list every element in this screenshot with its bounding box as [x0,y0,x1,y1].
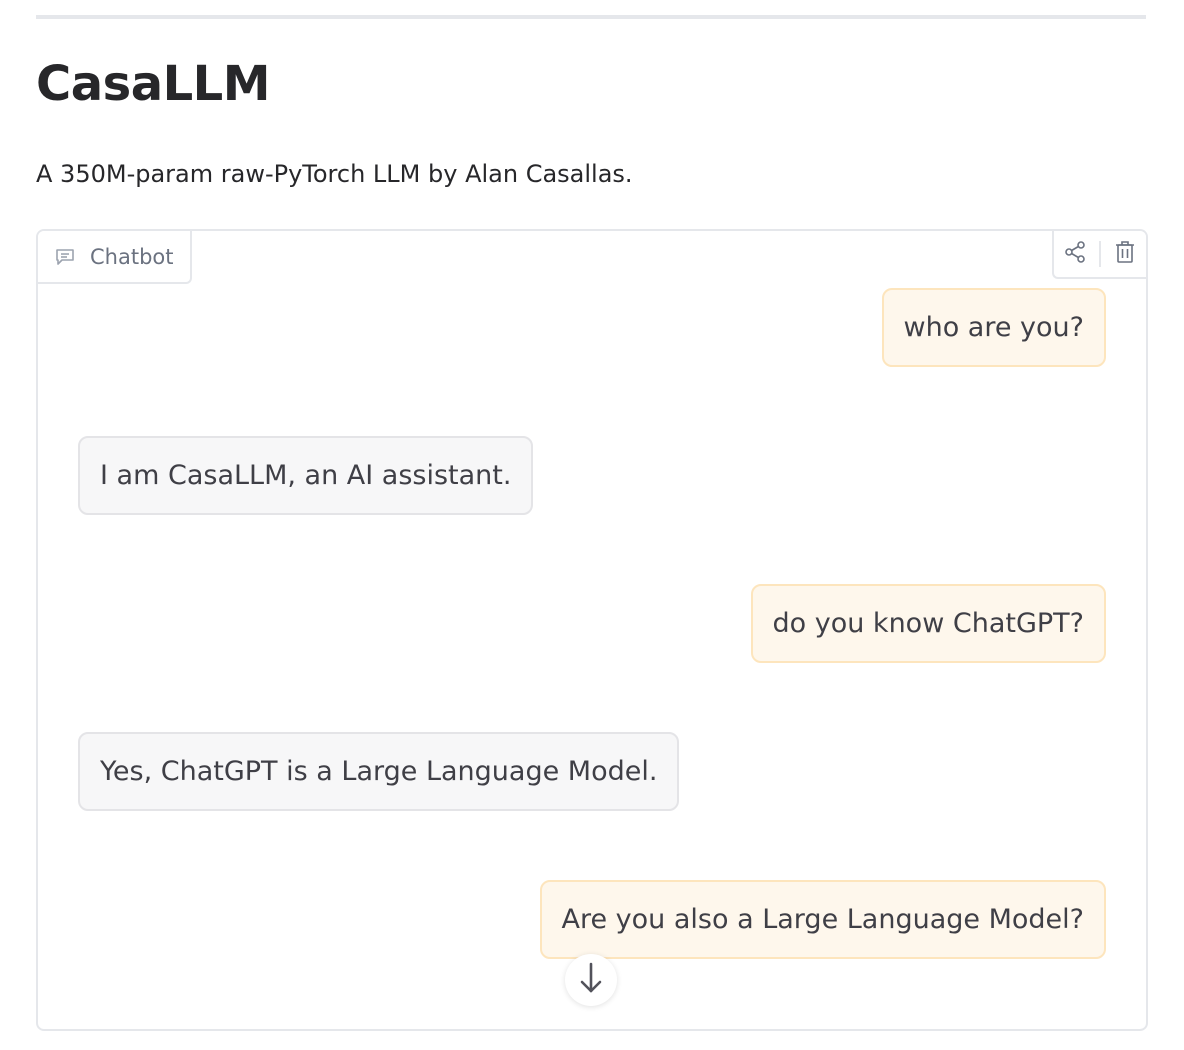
scroll-to-bottom-button[interactable] [565,954,617,1006]
page-title: CasaLLM [36,56,271,112]
share-button[interactable] [1058,237,1092,271]
user-message: do you know ChatGPT? [750,584,1106,663]
chatbot-label: Chatbot [38,231,192,284]
chatbot-label-text: Chatbot [90,244,174,269]
bot-message: Yes, ChatGPT is a Large Language Model. [78,732,680,811]
trash-icon [1114,240,1136,268]
action-divider [1098,241,1101,267]
bot-message: I am CasaLLM, an AI assistant. [78,436,534,515]
page-description: A 350M-param raw-PyTorch LLM by Alan Cas… [36,160,633,188]
chat-bubble-icon [54,246,76,268]
clear-button[interactable] [1108,237,1142,271]
top-divider [36,15,1146,19]
user-message: who are you? [881,288,1106,367]
chatbot-panel: Chatbot who are you? I am CasaLLM, an AI… [36,229,1148,1031]
user-message: Are you also a Large Language Model? [539,880,1106,959]
share-icon [1063,240,1087,268]
arrow-down-icon [579,961,603,999]
chatbot-actions [1052,231,1146,279]
